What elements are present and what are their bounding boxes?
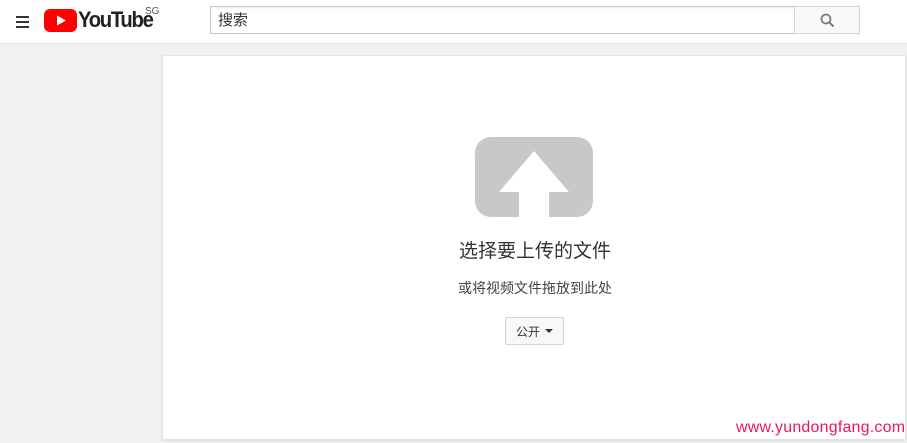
watermark-text: www.yundongfang.com xyxy=(736,419,906,436)
logo-region-code: SG xyxy=(145,6,160,17)
caret-down-icon xyxy=(545,329,553,333)
youtube-play-icon xyxy=(44,8,77,32)
privacy-selected-label: 公开 xyxy=(515,324,540,339)
upload-subtitle: 或将视频文件拖放到此处 xyxy=(458,281,612,297)
logo-wordmark: YouTube xyxy=(78,7,154,32)
search-bar xyxy=(210,6,860,34)
search-button[interactable] xyxy=(794,6,860,34)
search-input[interactable] xyxy=(210,6,794,34)
search-icon xyxy=(820,13,834,27)
privacy-dropdown[interactable]: 公开 xyxy=(505,317,564,345)
masthead: YouTube SG xyxy=(0,0,907,44)
upload-arrow-icon[interactable] xyxy=(475,137,593,217)
upload-title: 选择要上传的文件 xyxy=(458,240,611,262)
upload-card: 选择要上传的文件 或将视频文件拖放到此处 公开 xyxy=(162,55,906,440)
hamburger-menu-icon[interactable] xyxy=(10,10,34,34)
youtube-logo[interactable]: YouTube xyxy=(44,7,159,33)
